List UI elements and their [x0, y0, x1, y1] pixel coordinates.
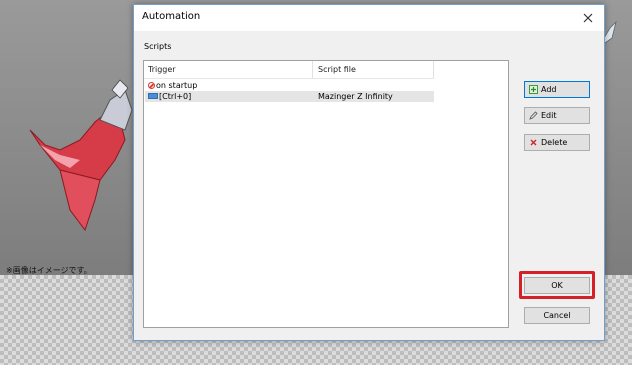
edit-button-label: Edit [541, 111, 557, 120]
script-file-cell: Mazinger Z Infinity [318, 92, 393, 101]
forbidden-icon [148, 82, 155, 89]
column-header-trigger[interactable]: Trigger [148, 65, 176, 74]
trigger-cell: [Ctrl+0] [159, 92, 192, 101]
delete-button-label: Delete [541, 138, 568, 147]
dialog-titlebar[interactable]: Automation [134, 5, 604, 31]
ok-button-label: OK [551, 281, 563, 290]
trigger-cell: on startup [156, 81, 198, 90]
close-button[interactable] [578, 8, 598, 28]
close-icon [583, 13, 593, 22]
cancel-button-label: Cancel [543, 311, 571, 320]
automation-dialog: Automation Scripts Trigger Script file o… [133, 4, 605, 341]
scripts-label: Scripts [144, 42, 172, 51]
cancel-button[interactable]: Cancel [524, 307, 590, 324]
keyboard-icon [148, 93, 158, 99]
ok-button[interactable]: OK [524, 277, 590, 294]
add-button-label: Add [541, 85, 557, 94]
add-button[interactable]: Add [524, 81, 590, 98]
delete-x-icon [530, 139, 537, 146]
dialog-title: Automation [142, 11, 201, 22]
column-header-script-file[interactable]: Script file [318, 65, 356, 74]
image-caption: ※画像はイメージです。 [6, 266, 92, 275]
weapon-artwork [29, 79, 133, 232]
pencil-icon [529, 111, 538, 120]
edit-button[interactable]: Edit [524, 107, 590, 124]
list-item-selected[interactable]: [Ctrl+0] Mazinger Z Infinity [145, 91, 434, 102]
column-divider[interactable] [312, 61, 313, 78]
column-divider[interactable] [433, 61, 434, 78]
list-item[interactable]: on startup [145, 80, 434, 91]
add-icon [529, 85, 538, 94]
list-header: Trigger Script file [144, 61, 434, 79]
delete-button[interactable]: Delete [524, 134, 590, 151]
scripts-list[interactable]: Trigger Script file on startup [Ctrl+0] … [143, 60, 509, 328]
